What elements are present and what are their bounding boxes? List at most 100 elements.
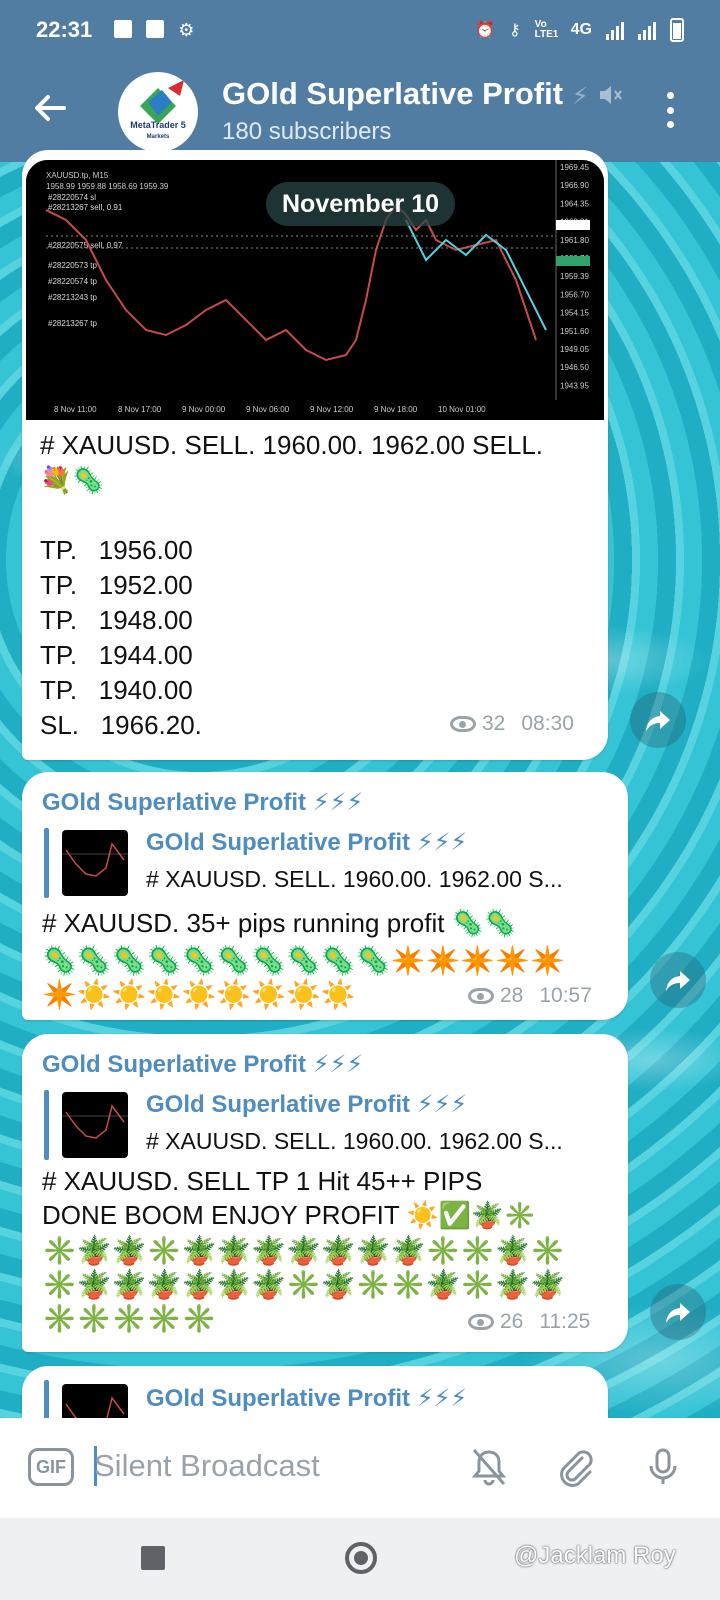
price-tick-label: 1943.95 xyxy=(560,381,589,390)
settings-icon: ⚙ xyxy=(178,19,195,40)
facebook-icon xyxy=(114,19,133,38)
time-tick-label: 9 Nov 00:00 xyxy=(182,405,226,414)
message-bubble[interactable]: GOld Superlative Profit ⚡⚡⚡ GOld Superla… xyxy=(22,1034,628,1352)
time-tick-label: 9 Nov 12:00 xyxy=(310,405,354,414)
sender-name[interactable]: GOld Superlative Profit ⚡⚡⚡ xyxy=(42,1050,363,1079)
order-label: #28213267 sell, 0.91 xyxy=(48,203,123,212)
battery-icon xyxy=(670,18,684,42)
subscriber-count: 180 subscribers xyxy=(222,118,392,145)
message-text: # XAUUSD. SELL. 1960.00. 1962.00 SELL. 💐… xyxy=(40,430,544,740)
notification-icons: ⚙ xyxy=(114,19,195,41)
app-header: 22:31 ⚙ ⏰ ⚷ Vo LTE1 4G MetaTrader 5 Marke xyxy=(0,0,720,162)
message-text: # XAUUSD. SELL TP 1 Hit 45++ PIPS xyxy=(42,1166,483,1196)
emoji-row: 🦠🦠🦠🦠🦠🦠🦠🦠🦠🦠✴️✴️✴️✴️✴️ xyxy=(42,945,565,976)
time-tick-label: 8 Nov 11:00 xyxy=(54,405,97,414)
facebook-icon xyxy=(146,19,165,38)
order-label: #28220574 tp xyxy=(48,277,97,286)
reply-thumbnail xyxy=(62,830,128,896)
volte-label: Vo LTE1 xyxy=(534,19,559,40)
microphone-icon[interactable] xyxy=(640,1444,686,1490)
message-bubble[interactable]: GOld Superlative Profit ⚡⚡⚡ GOld Superla… xyxy=(22,772,628,1020)
price-tick-label: 1954.15 xyxy=(560,309,589,318)
attach-icon[interactable] xyxy=(552,1444,598,1490)
message-input[interactable] xyxy=(94,1444,424,1488)
recents-button[interactable] xyxy=(141,1546,165,1570)
forward-icon xyxy=(666,971,690,991)
price-tick-label: 1969.45 xyxy=(560,163,589,172)
views-icon xyxy=(450,716,476,732)
message-text: DONE BOOM ENJOY PROFIT ☀️✅🪴✳️ xyxy=(42,1200,537,1230)
reply-title[interactable]: GOld Superlative Profit ⚡⚡⚡ xyxy=(146,828,467,857)
message-time: 10:57 xyxy=(539,984,592,1007)
notification-off-icon[interactable] xyxy=(466,1444,512,1490)
message-meta: 32 08:30 xyxy=(450,712,574,736)
message-text: # XAUUSD. 35+ pips running profit 🦠🦠 xyxy=(42,908,517,938)
order-label: #28213267 tp xyxy=(48,319,97,328)
reply-thumbnail xyxy=(62,1092,128,1158)
message-meta: 28 10:57 xyxy=(468,984,592,1008)
chart-ohlc: 1958.99 1959.88 1958.69 1959.39 xyxy=(46,182,169,191)
price-tick-label: 1959.39 xyxy=(560,272,589,281)
chart-symbol: XAUUSD.tp, M15 xyxy=(46,171,109,180)
reply-title[interactable]: GOld Superlative Profit ⚡⚡⚡ xyxy=(146,1384,467,1413)
message-bubble[interactable]: XAUUSD.tp, M15 1958.99 1959.88 1958.69 1… xyxy=(22,150,608,760)
emoji-row: ✳️🪴🪴🪴🪴🪴🪴✳️🪴✳️✳️🪴✳️🪴🪴 xyxy=(42,1269,565,1300)
order-label: #28213243 tp xyxy=(48,293,97,302)
view-count: 32 xyxy=(482,712,506,735)
status-right-icons: ⏰ ⚷ Vo LTE1 4G xyxy=(475,18,684,42)
message-composer: GIF xyxy=(0,1418,720,1518)
price-tick-label: 1966.90 xyxy=(560,181,589,190)
chat-header: MetaTrader 5 Markets GOld Superlative Pro… xyxy=(0,70,720,162)
views-icon xyxy=(468,1314,494,1330)
time-tick-label: 10 Nov 01:00 xyxy=(438,405,486,414)
emoji-row: ✳️🪴🪴✳️🪴🪴🪴🪴🪴🪴🪴✳️✳️🪴✳️ xyxy=(42,1235,565,1266)
home-button[interactable] xyxy=(345,1542,377,1574)
signal-icon xyxy=(606,20,624,40)
gif-button[interactable]: GIF xyxy=(28,1448,74,1486)
system-navigation-bar: @Jacklam Roy xyxy=(0,1518,720,1600)
avatar-label: MetaTrader 5 Markets xyxy=(130,120,186,140)
price-tick-label: 1961.80 xyxy=(560,236,589,245)
forward-icon xyxy=(666,1303,690,1323)
time-tick-label: 9 Nov 06:00 xyxy=(246,405,290,414)
emoji-row: ✳️✳️✳️✳️✳️ xyxy=(42,1303,217,1334)
order-label: #28220573 tp xyxy=(48,261,97,270)
key-icon: ⚷ xyxy=(508,22,521,39)
channel-title[interactable]: GOld Superlative Profit ⚡ xyxy=(222,76,589,112)
status-time: 22:31 xyxy=(36,17,93,42)
price-tick-label: 1949.05 xyxy=(560,345,589,354)
order-label: #28220575 sell, 0.97 xyxy=(48,241,123,250)
message-time: 11:25 xyxy=(539,1310,591,1333)
reply-bar xyxy=(44,828,49,898)
muted-icon xyxy=(600,86,622,104)
view-count: 28 xyxy=(500,984,524,1007)
share-button[interactable] xyxy=(650,952,706,1008)
price-tick-label: 1956.70 xyxy=(560,290,589,299)
price-tick-label: 1946.50 xyxy=(560,363,589,372)
channel-avatar[interactable]: MetaTrader 5 Markets xyxy=(118,72,198,152)
message-time: 08:30 xyxy=(521,712,574,735)
reply-preview[interactable]: # XAUUSD. SELL. 1960.00. 1962.00 S... xyxy=(146,866,563,893)
message-meta: 26 11:25 xyxy=(468,1310,590,1334)
time-tick-label: 9 Nov 18:00 xyxy=(374,405,418,414)
sender-name[interactable]: GOld Superlative Profit ⚡⚡⚡ xyxy=(42,788,363,817)
reply-preview[interactable]: # XAUUSD. SELL. 1960.00. 1962.00 S... xyxy=(146,1128,563,1155)
forward-icon xyxy=(646,711,670,731)
price-tick-label: 1951.60 xyxy=(560,327,589,336)
share-button[interactable] xyxy=(650,1284,706,1340)
alarm-icon: ⏰ xyxy=(475,22,495,39)
status-bar: 22:31 ⚙ ⏰ ⚷ Vo LTE1 4G xyxy=(0,0,720,60)
date-separator: November 10 xyxy=(266,182,456,226)
watermark: @Jacklam Roy xyxy=(514,1542,676,1569)
share-button[interactable] xyxy=(630,692,686,748)
arrow-left-icon xyxy=(35,95,66,121)
order-label: #28220574 sl xyxy=(48,193,96,202)
emoji-row: ✴️☀️☀️☀️☀️☀️☀️☀️☀️ xyxy=(42,979,356,1010)
back-button[interactable] xyxy=(30,88,74,132)
signal-icon xyxy=(638,20,656,40)
more-options-button[interactable] xyxy=(665,92,675,128)
time-tick-label: 8 Nov 17:00 xyxy=(118,405,162,414)
reply-title[interactable]: GOld Superlative Profit ⚡⚡⚡ xyxy=(146,1090,467,1119)
metatrader-logo-icon xyxy=(140,80,184,124)
network-label: 4G xyxy=(570,21,592,38)
